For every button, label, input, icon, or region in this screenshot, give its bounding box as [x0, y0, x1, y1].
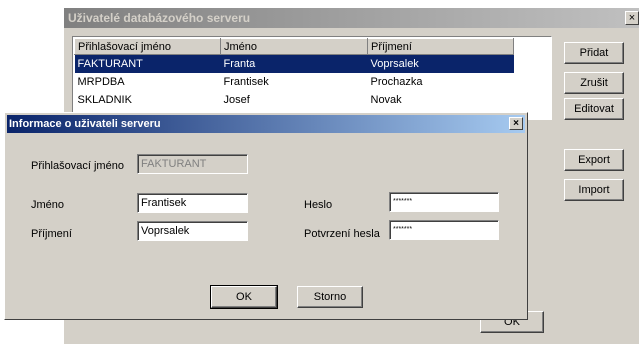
import-button[interactable]: Import: [564, 179, 624, 201]
users-window-title: Uživatelé databázového serveru: [68, 11, 251, 25]
login-field[interactable]: [137, 154, 248, 174]
first-name-label: Jméno: [31, 199, 65, 211]
table-cell: SKLADNIK: [77, 94, 132, 106]
close-icon[interactable]: ×: [509, 117, 523, 130]
dialog-ok-button[interactable]: OK: [210, 285, 278, 309]
users-window-titlebar: Uživatelé databázového serveru: [64, 8, 639, 28]
close-icon[interactable]: ×: [625, 11, 639, 25]
table-cell: Josef: [223, 94, 250, 106]
table-cell: Frantisek: [223, 76, 269, 88]
user-info-dialog: Informace o uživateli serveru × Přihlašo…: [4, 112, 528, 320]
table-cell: Prochazka: [370, 76, 423, 88]
password-label: Heslo: [304, 199, 333, 211]
add-button[interactable]: Přidat: [564, 42, 624, 64]
table-cell: Novak: [370, 94, 402, 106]
password-field[interactable]: *******: [389, 192, 499, 212]
table-row[interactable]: SKLADNIK Josef Novak: [75, 91, 514, 109]
cancel-button[interactable]: Storno: [297, 286, 363, 308]
dialog-title: Informace o uživateli serveru: [9, 118, 161, 130]
first-name-field[interactable]: [137, 193, 248, 213]
dialog-titlebar: Informace o uživateli serveru ×: [7, 115, 525, 133]
table-cell: Franta: [220, 54, 368, 73]
table-cell: FAKTURANT: [74, 54, 221, 73]
users-listview[interactable]: Přihlašovací jméno Jméno Příjmení FAKTUR…: [72, 36, 552, 120]
password-confirm-field[interactable]: *******: [389, 220, 499, 240]
users-table: Přihlašovací jméno Jméno Příjmení FAKTUR…: [74, 38, 514, 109]
login-label: Přihlašovací jméno: [31, 160, 124, 172]
table-row[interactable]: FAKTURANT Franta Voprsalek: [74, 54, 514, 73]
table-header-row: Přihlašovací jméno Jméno Příjmení: [74, 38, 514, 55]
table-row[interactable]: MRPDBA Frantisek Prochazka: [75, 73, 514, 91]
delete-button[interactable]: Zrušit: [564, 72, 624, 94]
column-header-last-name[interactable]: Příjmení: [367, 38, 514, 55]
edit-button[interactable]: Editovat: [564, 98, 624, 120]
table-cell: MRPDBA: [77, 76, 125, 88]
export-button[interactable]: Export: [564, 149, 624, 171]
column-header-first-name[interactable]: Jméno: [220, 38, 368, 55]
password-confirm-label: Potvrzení hesla: [304, 228, 380, 240]
column-header-login[interactable]: Přihlašovací jméno: [74, 38, 221, 55]
last-name-label: Příjmení: [31, 228, 72, 240]
table-cell: Voprsalek: [367, 54, 514, 73]
last-name-field[interactable]: [137, 221, 248, 241]
